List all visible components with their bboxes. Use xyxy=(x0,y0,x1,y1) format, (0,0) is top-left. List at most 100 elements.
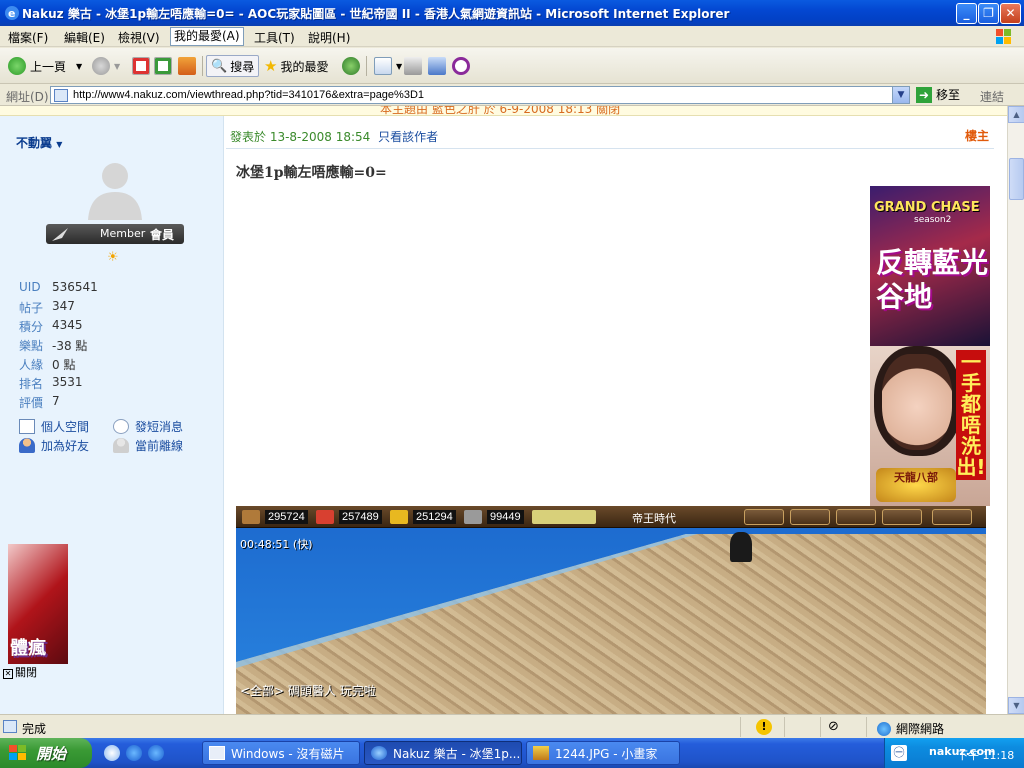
start-button[interactable]: 開始 xyxy=(0,738,92,768)
status-divider xyxy=(866,717,867,737)
sun-rank-icon: ☀ xyxy=(107,250,119,265)
address-dropdown-icon[interactable]: ▼ xyxy=(892,87,909,103)
group-label: Member xyxy=(100,227,146,240)
toolbar: 上一頁 ▼ ▼ 🔍 搜尋 ★ 我的最愛 ▼ xyxy=(0,48,1024,84)
resource-gold: 251294 xyxy=(390,510,456,524)
menu-edit[interactable]: 編輯(E) xyxy=(64,29,105,46)
add-friend-link[interactable]: 加為好友 xyxy=(19,437,89,454)
window-icon xyxy=(209,746,225,760)
maximize-button[interactable]: ❐ xyxy=(978,3,999,24)
page-status-icon xyxy=(3,720,17,733)
back-arrow-icon xyxy=(8,57,26,75)
favorites-button[interactable]: ★ 我的最愛 xyxy=(264,55,328,77)
gold-icon xyxy=(390,510,408,524)
send-message-link[interactable]: 發短消息 xyxy=(113,418,183,435)
member-badge: Member 會員 xyxy=(46,224,184,244)
wood-icon xyxy=(242,510,260,524)
mail-icon xyxy=(374,57,392,75)
menu-bar: 檔案(F) 編輯(E) 檢視(V) 我的最愛(A) 工具(T) 說明(H) xyxy=(0,26,1024,47)
personal-space-link[interactable]: 個人空間 xyxy=(19,418,89,435)
close-icon: ✕ xyxy=(3,669,13,679)
divider xyxy=(226,148,994,149)
minimize-button[interactable]: _ xyxy=(956,3,977,24)
search-button[interactable]: 🔍 搜尋 xyxy=(206,55,260,77)
task-paint[interactable]: 1244.JPG - 小畫家 xyxy=(526,741,680,765)
post-title: 冰堡1p輸左唔應輸=0= xyxy=(236,165,387,181)
windows-logo-icon xyxy=(996,29,1011,44)
username[interactable]: 不動翼 ▼ xyxy=(16,134,62,151)
show-desktop-icon[interactable] xyxy=(104,745,120,761)
address-bar: 網址(D) http://www4.nakuz.com/viewthread.p… xyxy=(0,84,1024,106)
menu-tools[interactable]: 工具(T) xyxy=(254,29,295,46)
messenger-icon xyxy=(452,57,470,75)
home-button[interactable] xyxy=(178,55,200,77)
hud-button-objectives xyxy=(882,509,922,525)
history-icon xyxy=(342,57,360,75)
task-windows-nodisk[interactable]: Windows - 沒有磁片 xyxy=(202,741,360,765)
title-bar: e Nakuz 樂古 - 冰堡1p輸左唔應輸=0= - AOC玩家貼圖區 - 世… xyxy=(0,0,1024,26)
go-button[interactable]: ➜ 移至 xyxy=(916,86,960,103)
mail-dropdown-icon[interactable]: ▼ xyxy=(396,62,402,71)
side-ad-text: 體瘋 xyxy=(10,638,46,659)
back-dropdown-icon[interactable]: ▼ xyxy=(76,62,82,71)
security-zone: 網際網路 xyxy=(877,720,944,737)
stop-button[interactable] xyxy=(132,55,154,77)
ie-quicklaunch-icon[interactable] xyxy=(126,745,142,761)
hud-button-chat xyxy=(836,509,876,525)
messenger-button[interactable] xyxy=(452,55,474,77)
chevron-down-icon: ▼ xyxy=(56,140,63,149)
ie-quicklaunch-icon-2[interactable] xyxy=(148,745,164,761)
menu-view[interactable]: 檢視(V) xyxy=(118,29,160,46)
avatar xyxy=(88,163,142,220)
edit-button[interactable] xyxy=(428,55,450,77)
forward-dropdown-icon[interactable]: ▼ xyxy=(114,62,120,71)
status-divider xyxy=(784,717,785,737)
edit-icon xyxy=(428,57,446,75)
food-icon xyxy=(316,510,334,524)
system-tray: ㊀ nakuz.com 下午 11:18 xyxy=(884,738,1024,768)
print-button[interactable] xyxy=(404,55,426,77)
scroll-up-icon[interactable]: ▲ xyxy=(1008,106,1024,123)
back-button[interactable]: 上一頁 ▼ xyxy=(8,55,82,77)
vertical-scrollbar[interactable]: ▲ ▼ xyxy=(1007,106,1024,714)
status-bar: 完成 ! ⊘ 網際網路 xyxy=(0,714,1024,738)
go-arrow-icon: ➜ xyxy=(916,86,932,103)
windows-flag-icon xyxy=(9,745,26,760)
address-input[interactable]: http://www4.nakuz.com/viewthread.php?tid… xyxy=(50,86,910,104)
status-divider xyxy=(820,717,821,737)
menu-file[interactable]: 檔案(F) xyxy=(8,29,48,46)
menu-favorites[interactable]: 我的最愛(A) xyxy=(170,27,244,46)
history-button[interactable] xyxy=(342,55,364,77)
address-url[interactable]: http://www4.nakuz.com/viewthread.php?tid… xyxy=(73,89,424,101)
scroll-thumb[interactable] xyxy=(1009,158,1024,200)
forward-arrow-icon xyxy=(92,57,110,75)
task-ie-nakuz[interactable]: Nakuz 樂古 - 冰堡1p... xyxy=(364,741,522,765)
user-add-icon xyxy=(19,438,35,453)
paint-icon xyxy=(533,746,549,760)
back-label: 上一頁 xyxy=(30,59,67,74)
window-title: Nakuz 樂古 - 冰堡1p輸左唔應輸=0= - AOC玩家貼圖區 - 世紀帝… xyxy=(22,7,730,21)
scroll-down-icon[interactable]: ▼ xyxy=(1008,697,1024,714)
popup-blocked-icon[interactable]: ⊘ xyxy=(828,719,839,734)
search-icon: 🔍 xyxy=(211,58,228,74)
warning-icon[interactable]: ! xyxy=(756,719,772,735)
grand-chase-ad[interactable]: GRAND CHASE season2 反轉藍光谷地 xyxy=(870,186,990,346)
links-button[interactable]: 連結 xyxy=(980,88,1004,105)
stop-icon xyxy=(132,57,150,75)
ie-icon: e xyxy=(5,6,19,20)
close-button[interactable]: ✕ xyxy=(1000,3,1021,24)
post-date: 發表於 13-8-2008 18:54 xyxy=(230,130,371,144)
refresh-button[interactable] xyxy=(154,55,176,77)
menu-help[interactable]: 說明(H) xyxy=(308,29,350,46)
status-text: 完成 xyxy=(22,722,47,736)
forward-button[interactable]: ▼ xyxy=(92,55,120,77)
mail-button[interactable]: ▼ xyxy=(374,55,402,77)
side-floating-ad[interactable]: 體瘋 xyxy=(8,544,68,664)
ime-icon[interactable]: ㊀ xyxy=(891,745,907,761)
clock[interactable]: 下午 11:18 xyxy=(957,747,1014,763)
only-author-link[interactable]: 只看該作者 xyxy=(378,130,438,144)
tianlong-ad[interactable]: 一手都唔洗出! 天龍八部 xyxy=(870,346,990,506)
close-ad-button[interactable]: ✕ 關閉 xyxy=(3,664,37,680)
toolbar-separator xyxy=(366,56,367,76)
favorites-label: 我的最愛 xyxy=(280,59,329,74)
